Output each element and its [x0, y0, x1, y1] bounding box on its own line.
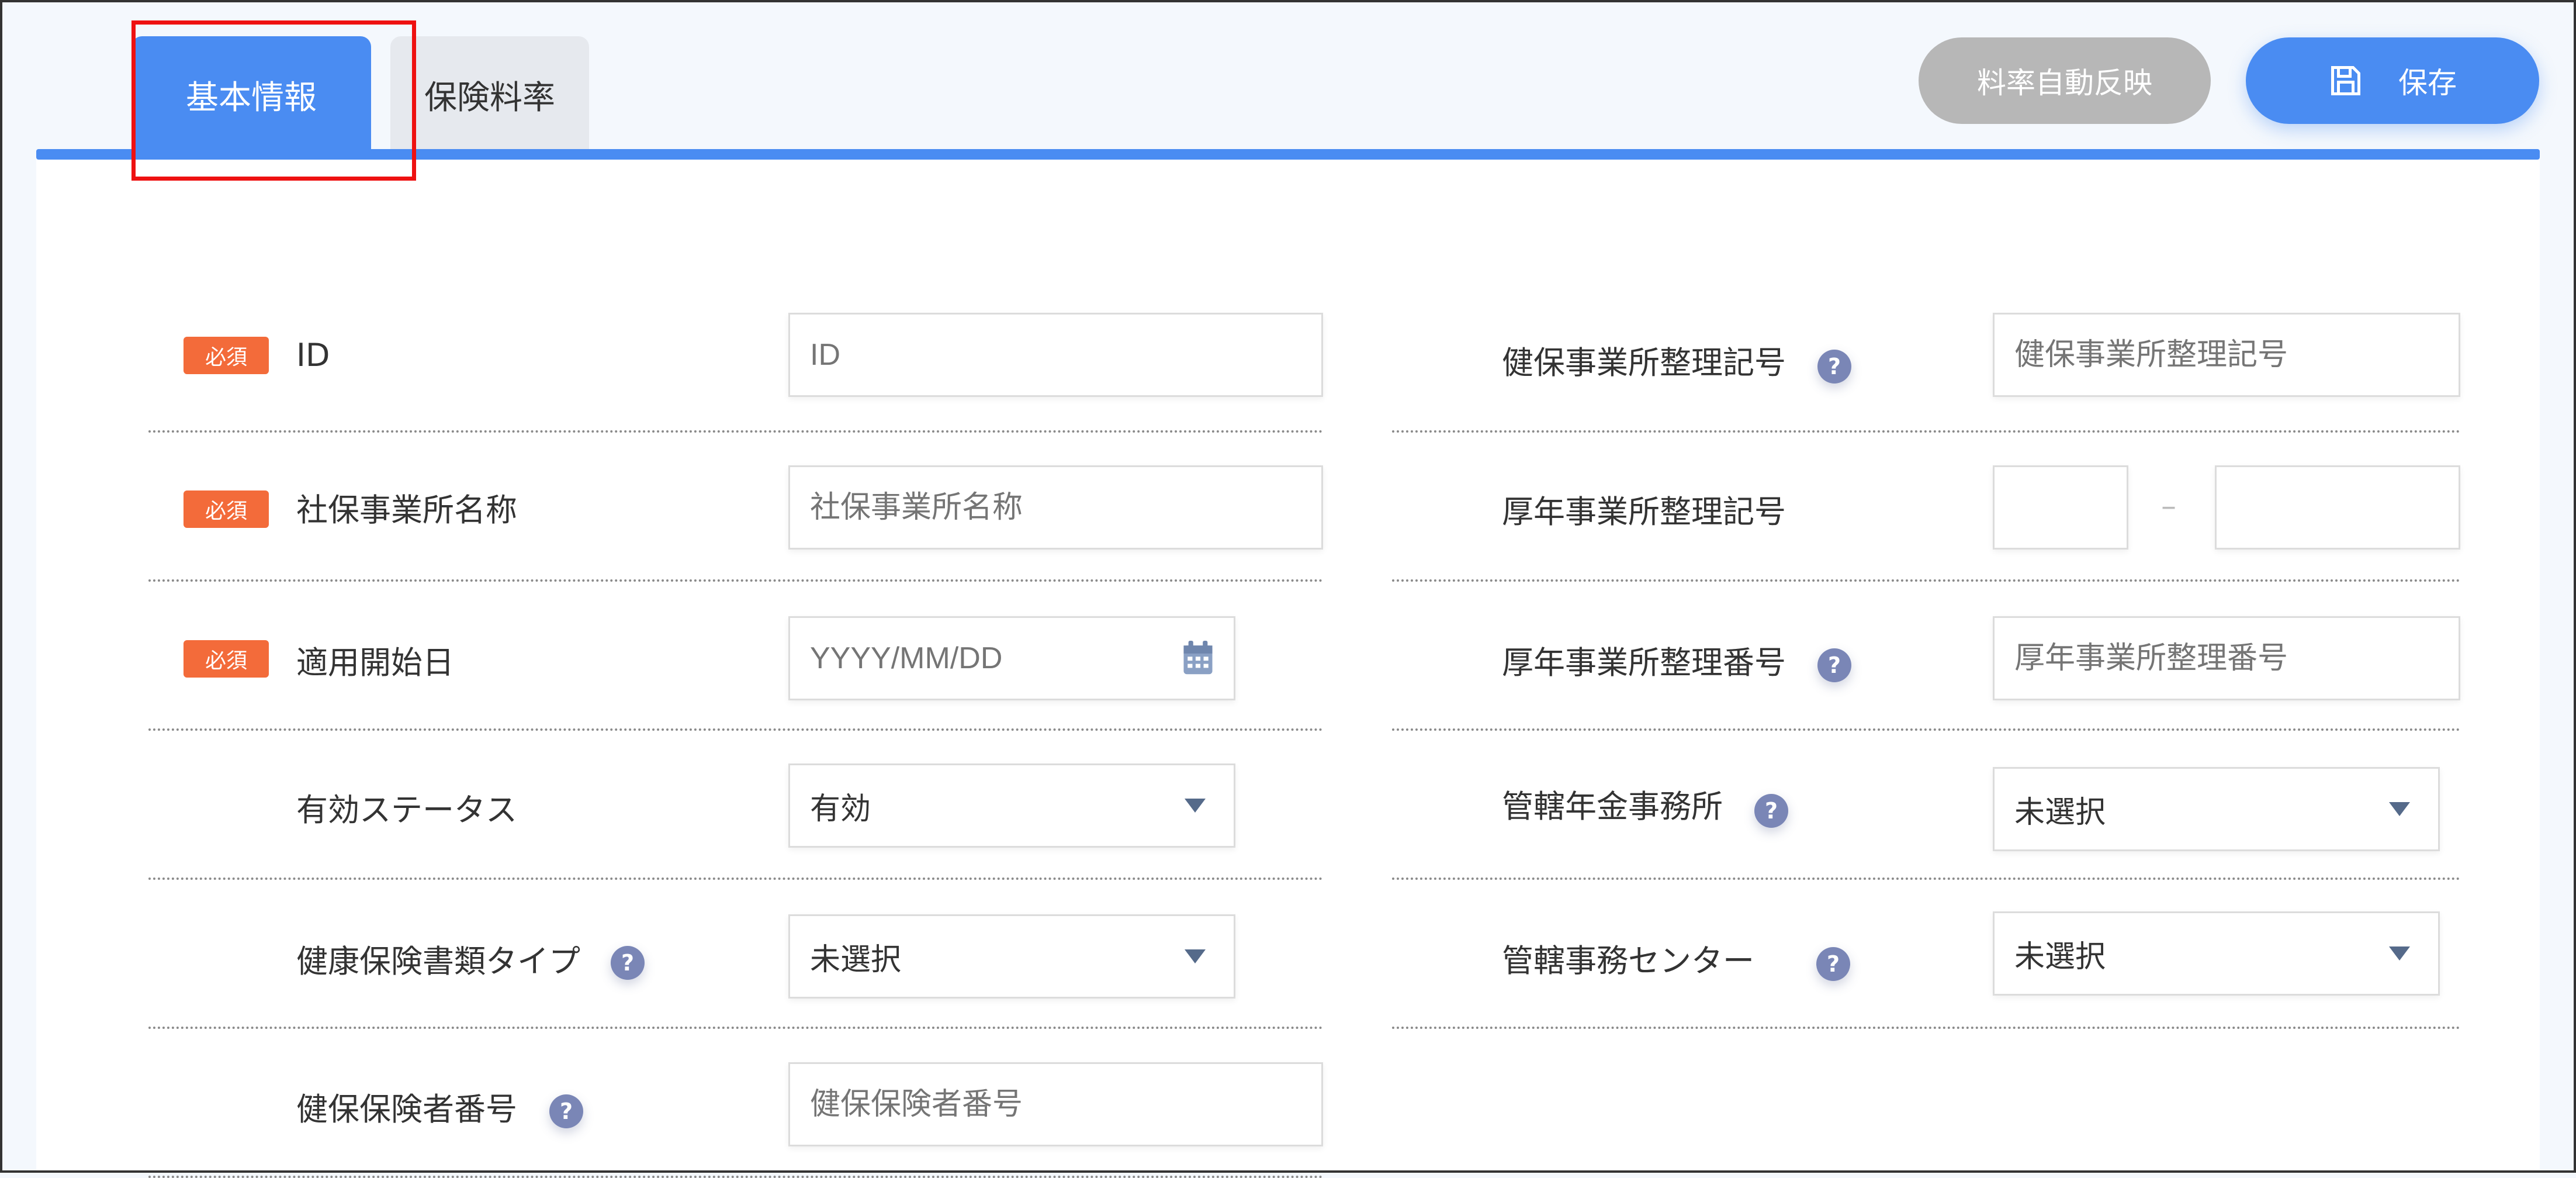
field-label-pension-office-number: 厚年事業所整理番号 [1502, 644, 1786, 681]
pension-jurisdiction-select[interactable]: 未選択 [1993, 767, 2440, 851]
field-row-health-office-code: 健保事業所整理記号 ? [1392, 284, 2460, 433]
field-label-pension-jurisdiction: 管轄年金事務所 [1502, 788, 1723, 825]
pension-office-code-part1-input[interactable] [1993, 465, 2128, 550]
required-badge: 必須 [183, 490, 269, 528]
office-name-input[interactable] [788, 465, 1323, 550]
id-input[interactable] [788, 313, 1323, 397]
field-row-pension-jurisdiction: 管轄年金事務所 ? 未選択 [1392, 731, 2460, 880]
save-label: 保存 [2398, 66, 2457, 100]
field-label-office-name: 社保事業所名称 [296, 492, 517, 528]
field-label-insurer-number: 健保保険者番号 [296, 1091, 517, 1128]
field-label-status: 有効ステータス [296, 792, 517, 828]
help-icon[interactable]: ? [1754, 794, 1788, 828]
auto-reflect-label: 料率自動反映 [1977, 66, 2152, 100]
help-icon[interactable]: ? [611, 946, 645, 980]
field-row-start-date: 必須 適用開始日 [148, 582, 1323, 731]
date-picker[interactable] [788, 616, 1235, 700]
field-row-id: 必須 ID [148, 284, 1323, 433]
save-button[interactable]: 保存 [2246, 37, 2539, 124]
chevron-down-icon [2389, 946, 2410, 961]
insurer-number-input[interactable] [788, 1062, 1323, 1146]
health-office-code-input[interactable] [1993, 313, 2460, 397]
form-panel: 必須 ID 必須 社保事業所名称 必須 適用開始日 有効ステータス [36, 160, 2540, 1178]
help-icon[interactable]: ? [549, 1094, 583, 1128]
pension-jurisdiction-value: 未選択 [2014, 794, 2106, 830]
floppy-disk-icon [2331, 66, 2360, 95]
field-label-start-date: 適用開始日 [296, 644, 454, 681]
chevron-down-icon [1185, 799, 1206, 813]
document-type-select[interactable]: 未選択 [788, 914, 1235, 999]
pension-office-code-part2-input[interactable] [2215, 465, 2460, 550]
document-type-value: 未選択 [810, 942, 902, 977]
field-row-pension-office-number: 厚年事業所整理番号 ? [1392, 582, 2460, 731]
required-badge: 必須 [183, 337, 269, 374]
auto-reflect-rate-button[interactable]: 料率自動反映 [1919, 37, 2211, 124]
required-badge: 必須 [183, 640, 269, 678]
field-label-document-type: 健康保険書類タイプ [296, 943, 580, 980]
field-label-health-office-code: 健保事業所整理記号 [1502, 344, 1786, 381]
service-center-select[interactable]: 未選択 [1993, 911, 2440, 996]
calendar-icon[interactable] [1182, 641, 1214, 676]
status-select-value: 有効 [810, 791, 871, 827]
status-select[interactable]: 有効 [788, 764, 1235, 848]
field-row-office-name: 必須 社保事業所名称 [148, 433, 1323, 582]
field-row-pension-office-code: 厚年事業所整理記号 – [1392, 433, 2460, 582]
tab-insurance-rate[interactable]: 保険料率 [390, 36, 589, 153]
chevron-down-icon [1185, 949, 1206, 963]
tab-label: 保険料率 [424, 78, 555, 117]
field-label-pension-office-code: 厚年事業所整理記号 [1502, 493, 1786, 530]
field-row-status: 有効ステータス 有効 [148, 731, 1323, 880]
chevron-down-icon [2389, 802, 2410, 816]
annotation-highlight [131, 20, 416, 181]
start-date-input[interactable] [788, 616, 1235, 700]
pension-office-number-input[interactable] [1993, 616, 2460, 700]
field-row-document-type: 健康保険書類タイプ ? 未選択 [148, 880, 1323, 1029]
service-center-value: 未選択 [2014, 939, 2106, 975]
separator-dash: – [2161, 489, 2176, 524]
field-label-service-center: 管轄事務センター [1502, 942, 1754, 979]
help-icon[interactable]: ? [1817, 350, 1851, 384]
help-icon[interactable]: ? [1816, 947, 1850, 981]
help-icon[interactable]: ? [1817, 648, 1851, 682]
field-row-insurer-number: 健保保険者番号 ? [148, 1029, 1323, 1178]
field-row-service-center: 管轄事務センター ? 未選択 [1392, 880, 2460, 1029]
field-label-id: ID [296, 337, 330, 374]
